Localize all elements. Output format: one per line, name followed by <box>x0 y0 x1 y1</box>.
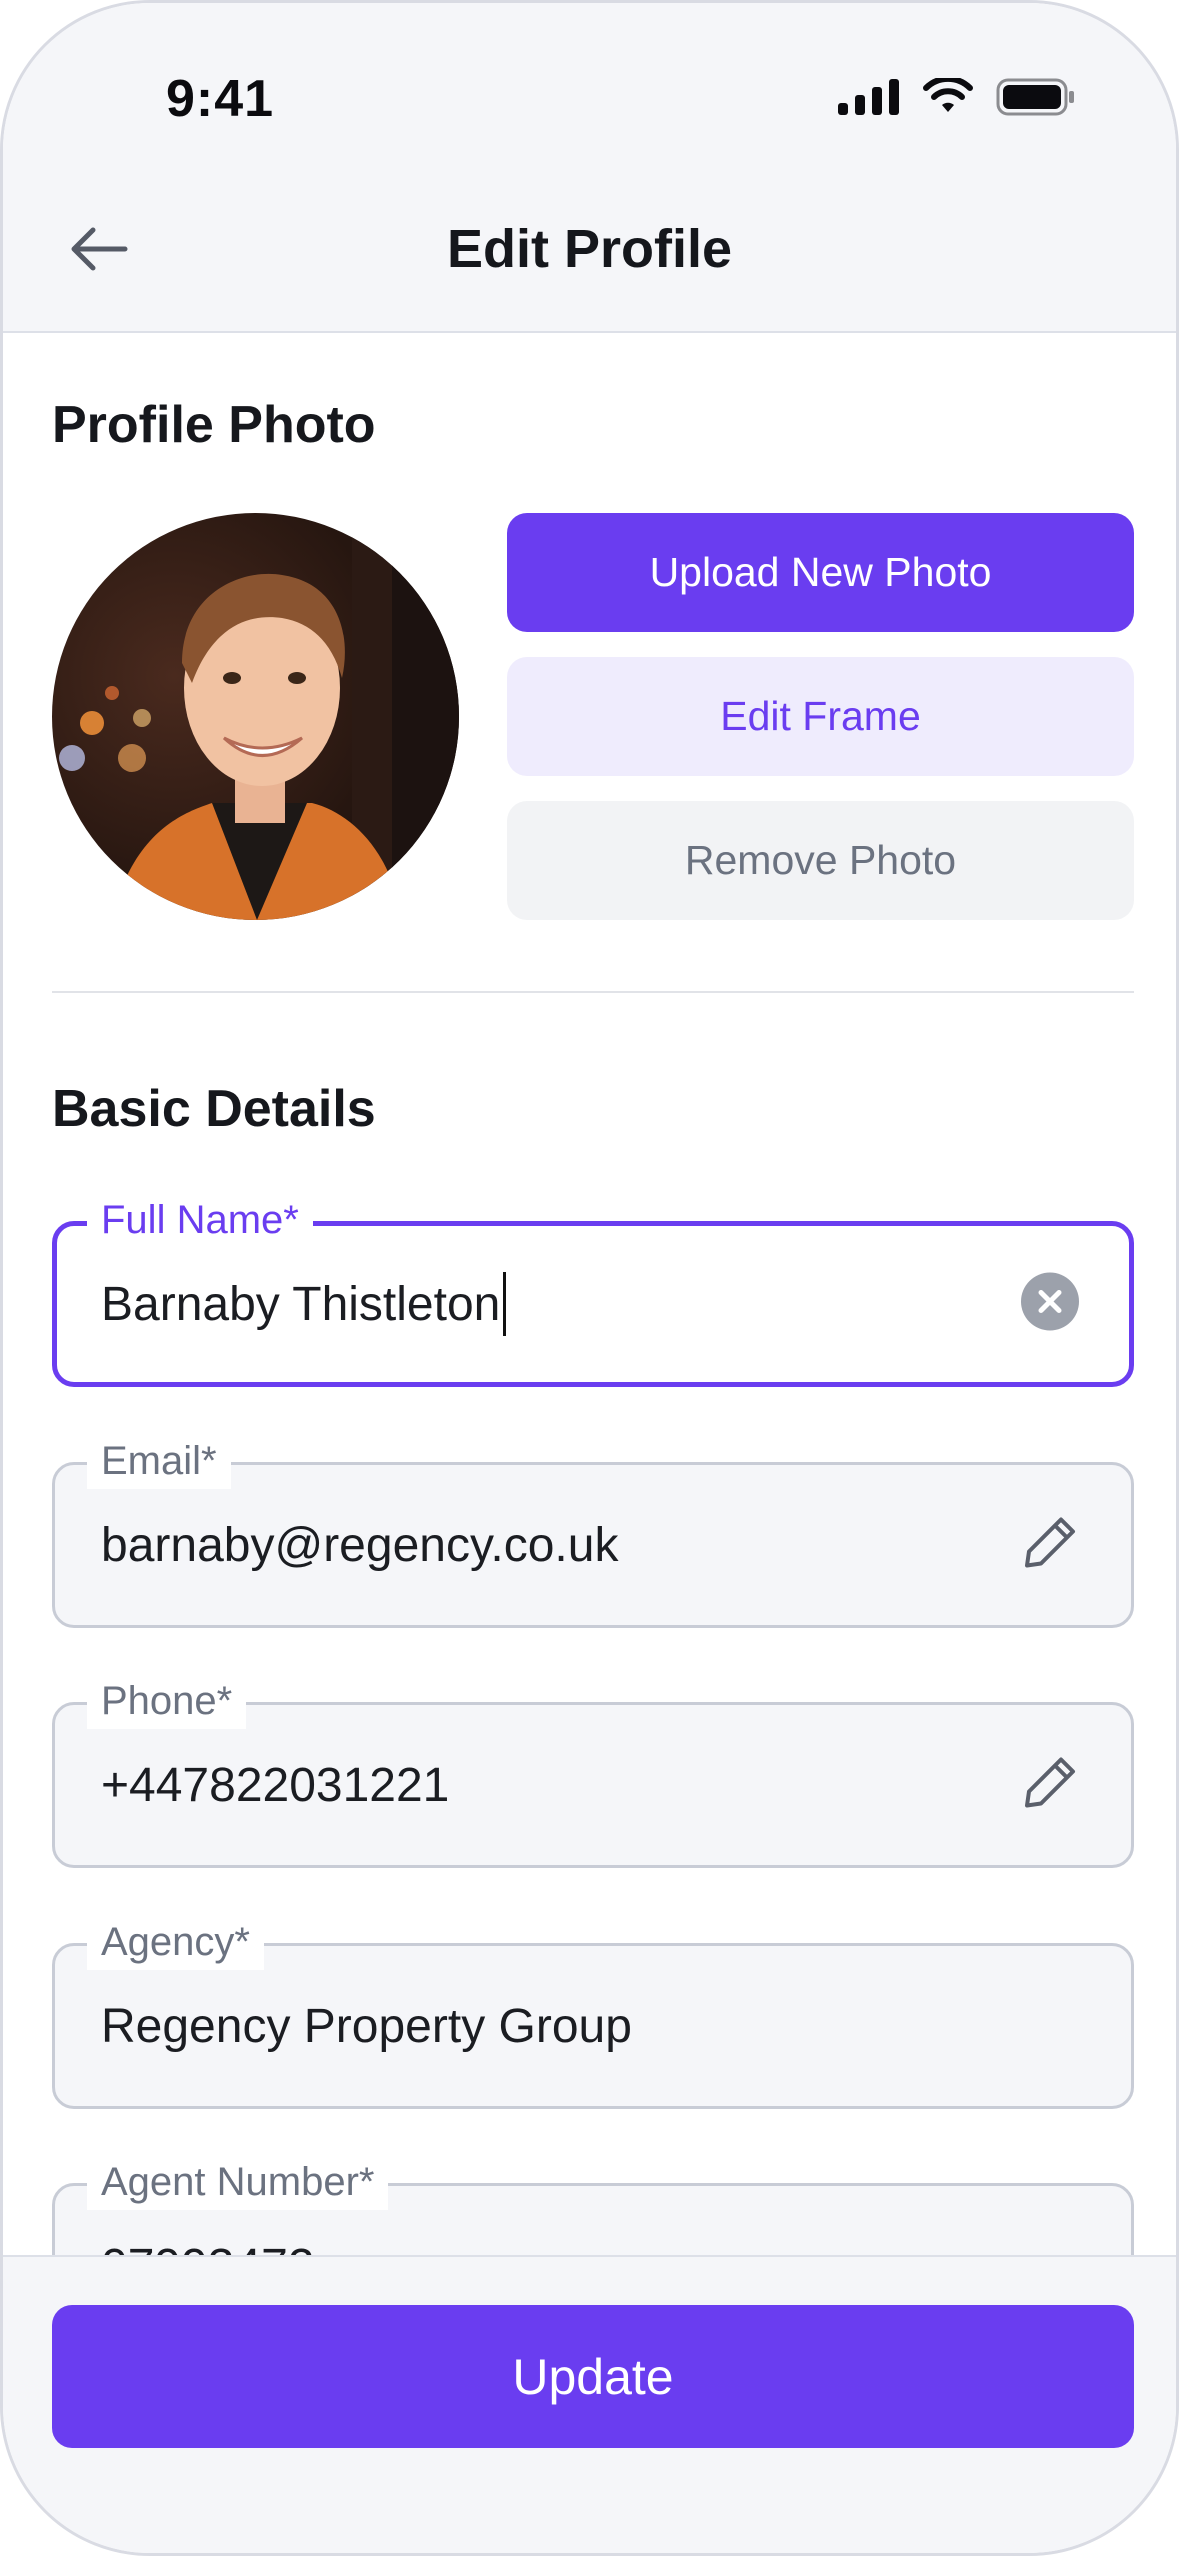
agency-value[interactable]: Regency Property Group <box>101 1946 632 2106</box>
profile-photo-heading: Profile Photo <box>52 396 376 454</box>
text-caret <box>503 1272 507 1336</box>
avatar-image <box>52 513 459 920</box>
battery-icon <box>996 78 1074 116</box>
agency-field[interactable]: Agency* Regency Property Group <box>52 1914 1134 2109</box>
top-bar: 9:41 Edit Profile <box>3 3 1176 333</box>
signal-icon <box>838 79 899 115</box>
email-value[interactable]: barnaby@regency.co.uk <box>101 1465 618 1625</box>
footer-bar: Update <box>3 2255 1176 2553</box>
phone-screen: 9:41 Edit Profile Profile Photo Upload N… <box>0 0 1179 2556</box>
remove-photo-button[interactable]: Remove Photo <box>507 801 1134 920</box>
email-field[interactable]: Email* barnaby@regency.co.uk <box>52 1433 1134 1628</box>
edit-email-button[interactable] <box>1019 1512 1081 1579</box>
page-title: Edit Profile <box>446 219 733 279</box>
pencil-icon <box>1025 1517 1075 1568</box>
agent-number-value[interactable]: 07993472 <box>101 2186 315 2256</box>
basic-details-heading: Basic Details <box>52 1080 376 1138</box>
full-name-field[interactable]: Full Name* Barnaby Thistleton <box>52 1192 1134 1387</box>
full-name-value[interactable]: Barnaby Thistleton <box>101 1277 500 1332</box>
edit-frame-button[interactable]: Edit Frame <box>507 657 1134 776</box>
upload-photo-button[interactable]: Upload New Photo <box>507 513 1134 632</box>
edit-phone-button[interactable] <box>1019 1752 1081 1819</box>
clear-icon <box>1021 1272 1079 1331</box>
section-divider <box>52 991 1134 993</box>
phone-field[interactable]: Phone* +447822031221 <box>52 1673 1134 1868</box>
status-icons <box>838 77 1076 117</box>
status-time: 9:41 <box>166 70 275 128</box>
update-button[interactable]: Update <box>52 2305 1134 2448</box>
profile-form[interactable]: Profile Photo Upload New Photo Edit Fram… <box>3 335 1176 2255</box>
avatar <box>52 513 459 920</box>
phone-value[interactable]: +447822031221 <box>101 1705 449 1865</box>
full-name-value-wrap[interactable]: Barnaby Thistleton <box>101 1226 507 1382</box>
pencil-icon <box>1025 1757 1075 1808</box>
wifi-icon <box>923 78 973 112</box>
agent-number-field[interactable]: Agent Number* 07993472 <box>52 2154 1134 2256</box>
clear-button[interactable] <box>1021 1272 1079 1336</box>
